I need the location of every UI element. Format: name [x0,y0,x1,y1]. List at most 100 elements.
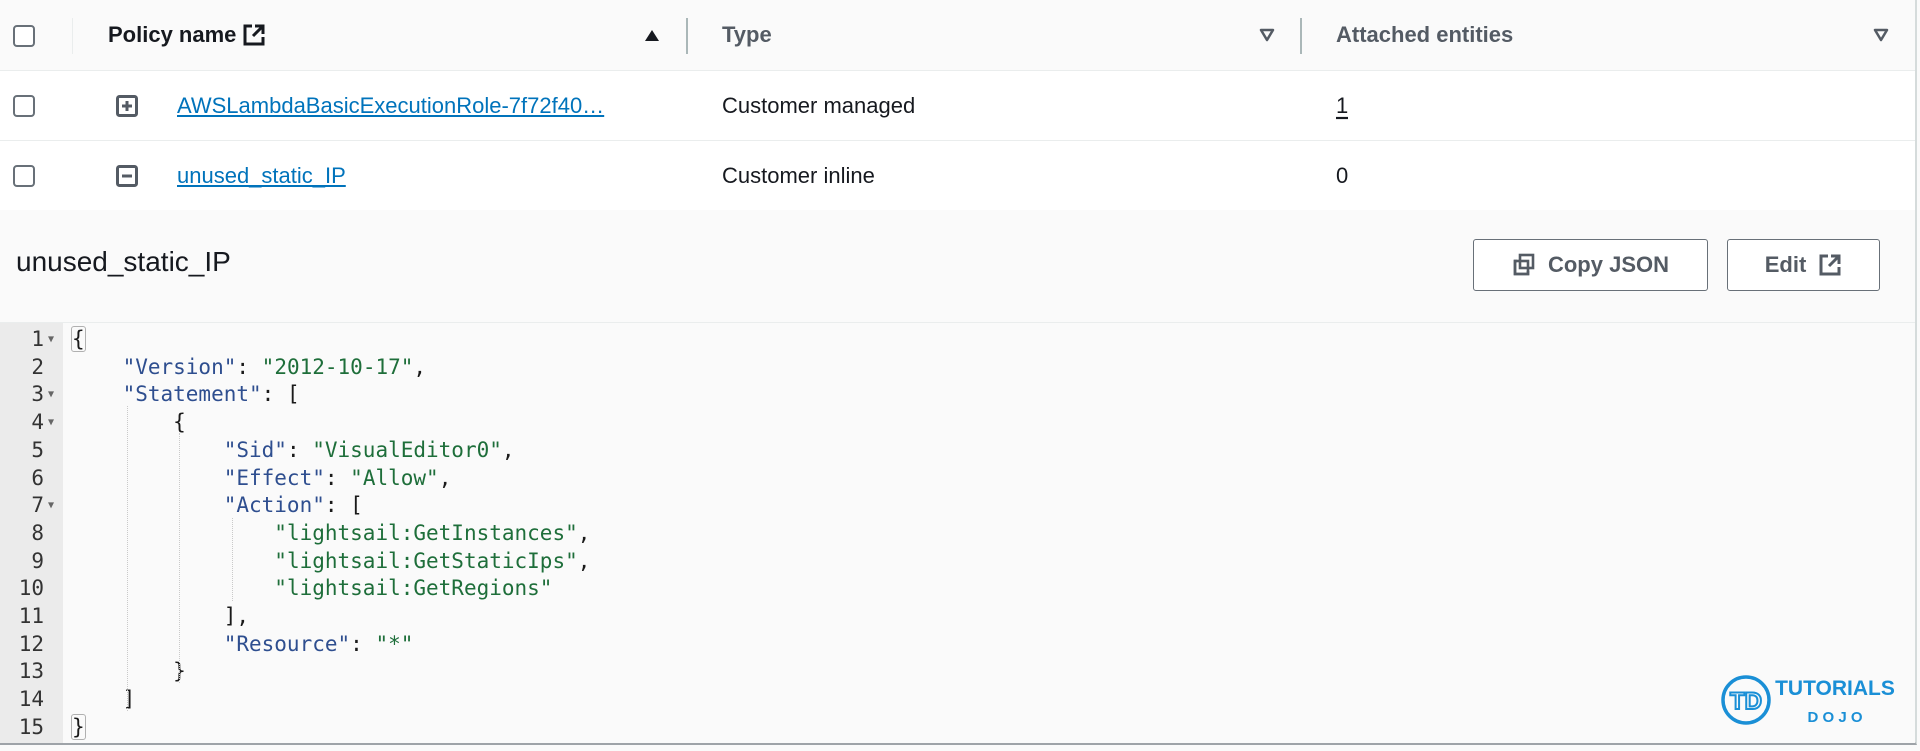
line-number: 12 [18,631,44,656]
code-line[interactable]: 4 ▼ { [0,409,1915,437]
line-number: 8 [31,520,44,545]
json-punct: : [324,465,351,490]
attached-entities-count[interactable]: 1 [1336,93,1348,119]
json-punct: ] [122,687,136,712]
tutorials-dojo-watermark: TD TUTORIALS D O J O [1721,675,1895,726]
code-text: { [72,409,186,437]
json-punct: ], [223,604,250,628]
json-punct: : [ [324,493,363,518]
fold-caret-icon[interactable]: ▼ [48,492,54,520]
code-line[interactable]: 14 ] [0,686,1915,714]
json-string: "Allow" [350,465,439,490]
line-number: 9 [31,548,44,573]
code-text: "lightsail:GetRegions" [72,575,552,603]
copy-json-button[interactable]: Copy JSON [1473,239,1708,291]
json-string: "lightsail:GetStaticIps" [274,548,578,573]
code-line[interactable]: 15} [0,713,1915,742]
policy-type: Customer inline [722,162,875,188]
policy-detail-panel: unused_static_IP Copy JSON Edit 1 ▼{2 "Ve… [0,210,1915,743]
code-line[interactable]: 12 "Resource": "*" [0,631,1915,659]
line-number: 4 [31,410,44,435]
code-text: "Version": "2012-10-17", [72,354,426,382]
policy-name-link[interactable]: AWSLambdaBasicExecutionRole-7f72f40… [177,93,604,119]
code-text: "Effect": "Allow", [72,465,452,493]
json-string: "lightsail:GetRegions" [274,576,553,601]
logo-initials: TD [1730,688,1762,715]
expand-plus-icon[interactable] [116,95,138,117]
code-text: { [71,326,86,354]
table-row[interactable]: unused_static_IP Customer inline 0 [0,141,1915,211]
code-line[interactable]: 5 "Sid": "VisualEditor0", [0,437,1915,465]
json-policy-editor[interactable]: 1 ▼{2 "Version": "2012-10-17", 3 ▼ "Stateme… [0,322,1915,743]
policies-panel: Policy name Type Attached entities AWSLa… [0,0,1917,745]
code-line[interactable]: 10 "lightsail:GetRegions" [0,575,1915,603]
column-header-policy-name[interactable]: Policy name [108,0,266,70]
json-key: "Effect" [223,465,325,490]
line-number: 6 [31,465,44,490]
json-punct: , [413,354,427,379]
line-number: 14 [18,687,44,712]
fold-caret-icon[interactable]: ▼ [48,326,54,354]
code-text: "Action": [ [72,492,363,520]
column-label: Policy name [108,22,237,47]
code-line[interactable]: 13 } [0,658,1915,686]
copy-icon [1513,253,1535,276]
json-string: "*" [375,631,414,656]
code-line[interactable]: 7 ▼ "Action": [ [0,492,1915,520]
policy-detail-title: unused_static_IP [16,246,231,277]
row-checkbox[interactable] [13,165,35,187]
line-number: 15 [18,714,44,739]
fold-caret-icon[interactable]: ▼ [48,409,54,437]
code-line[interactable]: 2 "Version": "2012-10-17", [0,354,1915,382]
table-header: Policy name Type Attached entities [0,0,1915,71]
sort-caret-icon[interactable] [1872,26,1890,44]
code-text: "Resource": "*" [72,631,414,659]
json-key: "Version" [122,354,237,379]
code-line[interactable]: 1 ▼ { [0,326,1915,354]
policy-type: Customer managed [722,92,916,118]
column-divider [72,18,73,54]
permissions-policies-table: Policy name Type Attached entities AWSLa… [0,0,1915,211]
code-line[interactable]: 9 "lightsail:GetStaticIps", [0,548,1915,576]
column-resizer[interactable] [1300,18,1302,54]
code-line[interactable]: 11 ], [0,603,1915,631]
code-text: "lightsail:GetInstances", [72,520,590,548]
policy-name-link[interactable]: unused_static_IP [177,163,346,189]
json-key: "Resource" [223,631,351,656]
sort-caret-icon[interactable] [1258,26,1276,44]
json-key: "Statement" [122,382,262,407]
code-text: ] [72,686,136,714]
json-key: "Sid" [223,437,287,462]
code-line[interactable]: 8 "lightsail:GetInstances", [0,520,1915,548]
column-header-attached-entities[interactable]: Attached entities [1336,0,1513,70]
line-number: 7 [31,493,44,518]
line-number: 1 [31,327,44,351]
column-header-type[interactable]: Type [722,0,772,70]
code-text: } [72,658,186,686]
line-number: 2 [31,354,44,379]
json-key: "Action" [223,493,325,518]
select-all-checkbox[interactable] [13,25,35,47]
copy-json-label: Copy JSON [1547,252,1670,277]
row-checkbox[interactable] [13,95,35,117]
table-row[interactable]: AWSLambdaBasicExecutionRole-7f72f40… Cus… [0,71,1915,141]
attached-entities-count: 0 [1336,162,1349,188]
column-resizer[interactable] [686,18,688,54]
edit-button[interactable]: Edit [1727,239,1880,291]
fold-caret-icon[interactable]: ▼ [48,381,54,409]
code-line[interactable]: 6 "Effect": "Allow", [0,465,1915,493]
json-punct: , [501,437,515,462]
json-punct: : [236,354,262,379]
external-link-icon [1819,254,1841,276]
line-number: 10 [18,576,44,601]
json-punct: , [577,520,591,545]
json-punct: , [438,465,452,490]
indent-guide [179,433,180,683]
json-punct: , [577,548,591,573]
collapse-minus-icon[interactable] [116,165,138,187]
logo-line1: TUTORIALS [1775,677,1895,700]
code-line[interactable]: 3 ▼ "Statement": [ [0,381,1915,409]
json-punct: : [ [261,382,300,407]
logo-line2: D O J O [1807,709,1862,726]
sort-ascending-icon[interactable] [643,26,661,44]
